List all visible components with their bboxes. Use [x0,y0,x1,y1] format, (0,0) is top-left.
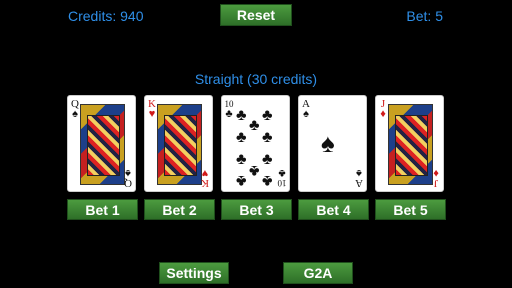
spade-pip-icon: ♠ [321,128,335,158]
club-pip-icon: ♣ [236,172,247,189]
card-corner: A ♠ [355,167,363,189]
bet-3-button[interactable]: Bet 3 [221,199,292,220]
card-corner: A ♠ [302,98,310,120]
card-corner: K ♥ [201,167,209,189]
bet-1-button[interactable]: Bet 1 [67,199,138,220]
card-corner: 10 ♣ [277,167,287,188]
card-5[interactable]: J ♦ J ♦ [375,95,444,192]
club-pip-icon: ♣ [236,151,247,168]
credits-label: Credits: 940 [68,8,144,24]
card-corner: K ♥ [148,98,156,120]
jack-face-art [388,104,433,185]
club-pip-icon: ♣ [249,162,260,179]
bet-4-button[interactable]: Bet 4 [298,199,369,220]
hand-result-label: Straight (30 credits) [194,71,318,87]
card-corner: J ♦ [433,167,439,189]
club-pip-icon: ♣ [262,151,273,168]
card-corner: J ♦ [380,98,386,120]
queen-face-art [80,104,125,185]
bet-5-button[interactable]: Bet 5 [375,199,446,220]
card-3[interactable]: 10 ♣ ♣ ♣ ♣ ♣ ♣ ♣ ♣ ♣ ♣ ♣ 10 ♣ [221,95,290,192]
club-pip-icon: ♣ [236,107,247,124]
card-2[interactable]: K ♥ K ♥ [144,95,213,192]
card-1[interactable]: Q ♠ Q ♠ [67,95,136,192]
club-pip-icon: ♣ [249,117,260,134]
bet-label: Bet: 5 [406,8,443,24]
reset-button[interactable]: Reset [220,4,292,26]
club-pip-icon: ♣ [236,129,247,146]
card-corner: Q ♠ [71,98,79,120]
bet-2-button[interactable]: Bet 2 [144,199,215,220]
card-corner: 10 ♣ [224,99,234,120]
g2a-button[interactable]: G2A [283,262,353,284]
club-pip-icon: ♣ [262,172,273,189]
club-pip-icon: ♣ [262,129,273,146]
card-4[interactable]: A ♠ ♠ A ♠ [298,95,367,192]
settings-button[interactable]: Settings [159,262,229,284]
king-face-art [157,104,202,185]
card-corner: Q ♠ [124,167,132,189]
club-pip-icon: ♣ [262,107,273,124]
